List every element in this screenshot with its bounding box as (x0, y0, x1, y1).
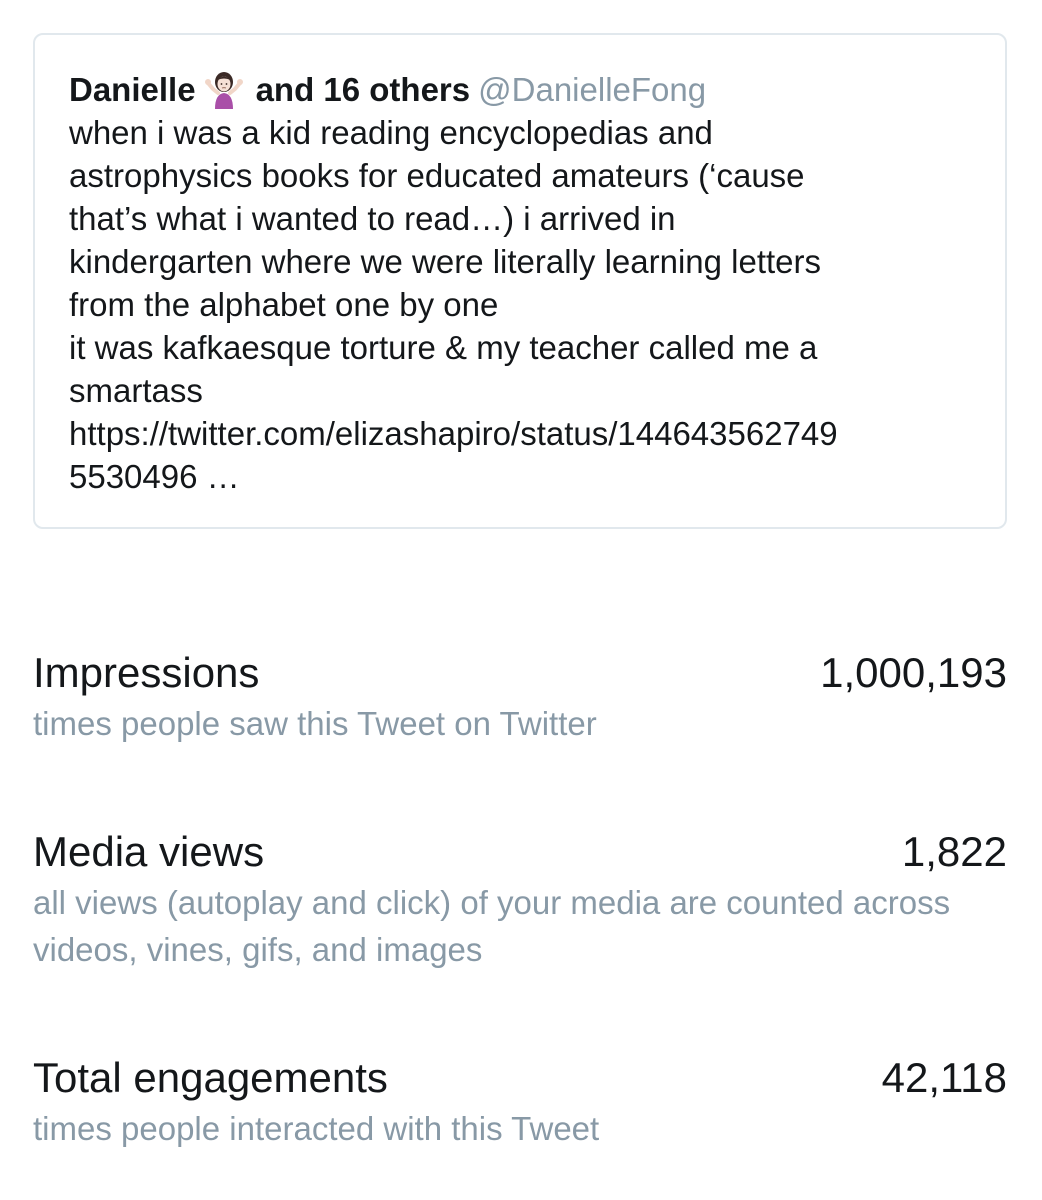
author-name[interactable]: Danielle (69, 71, 196, 108)
author-handle[interactable]: @DanielleFong (478, 71, 706, 108)
tweet-text: when i was a kid reading encyclopedias a… (69, 114, 838, 495)
metric-description: times people interacted with this Tweet (33, 1110, 600, 1147)
metric-value: 1,822 (901, 828, 1007, 875)
metric-title: Impressions (33, 649, 260, 696)
tweet-header: Danielle and 16 others @DanielleFong (69, 69, 971, 111)
quoted-tweet-card[interactable]: Danielle and 16 others @DanielleFong when… (33, 33, 1007, 529)
metric-description: times people saw this Tweet on Twitter (33, 705, 597, 742)
author-others[interactable]: and 16 others (256, 71, 471, 108)
person-shrugging-emoji-icon (204, 69, 244, 109)
metric-description: all views (autoplay and click) of your m… (33, 884, 951, 968)
metric-title: Total engagements (33, 1054, 388, 1101)
metric-value: 1,000,193 (820, 649, 1007, 696)
metric-value: 42,118 (881, 1054, 1007, 1101)
metric-title: Media views (33, 828, 265, 875)
